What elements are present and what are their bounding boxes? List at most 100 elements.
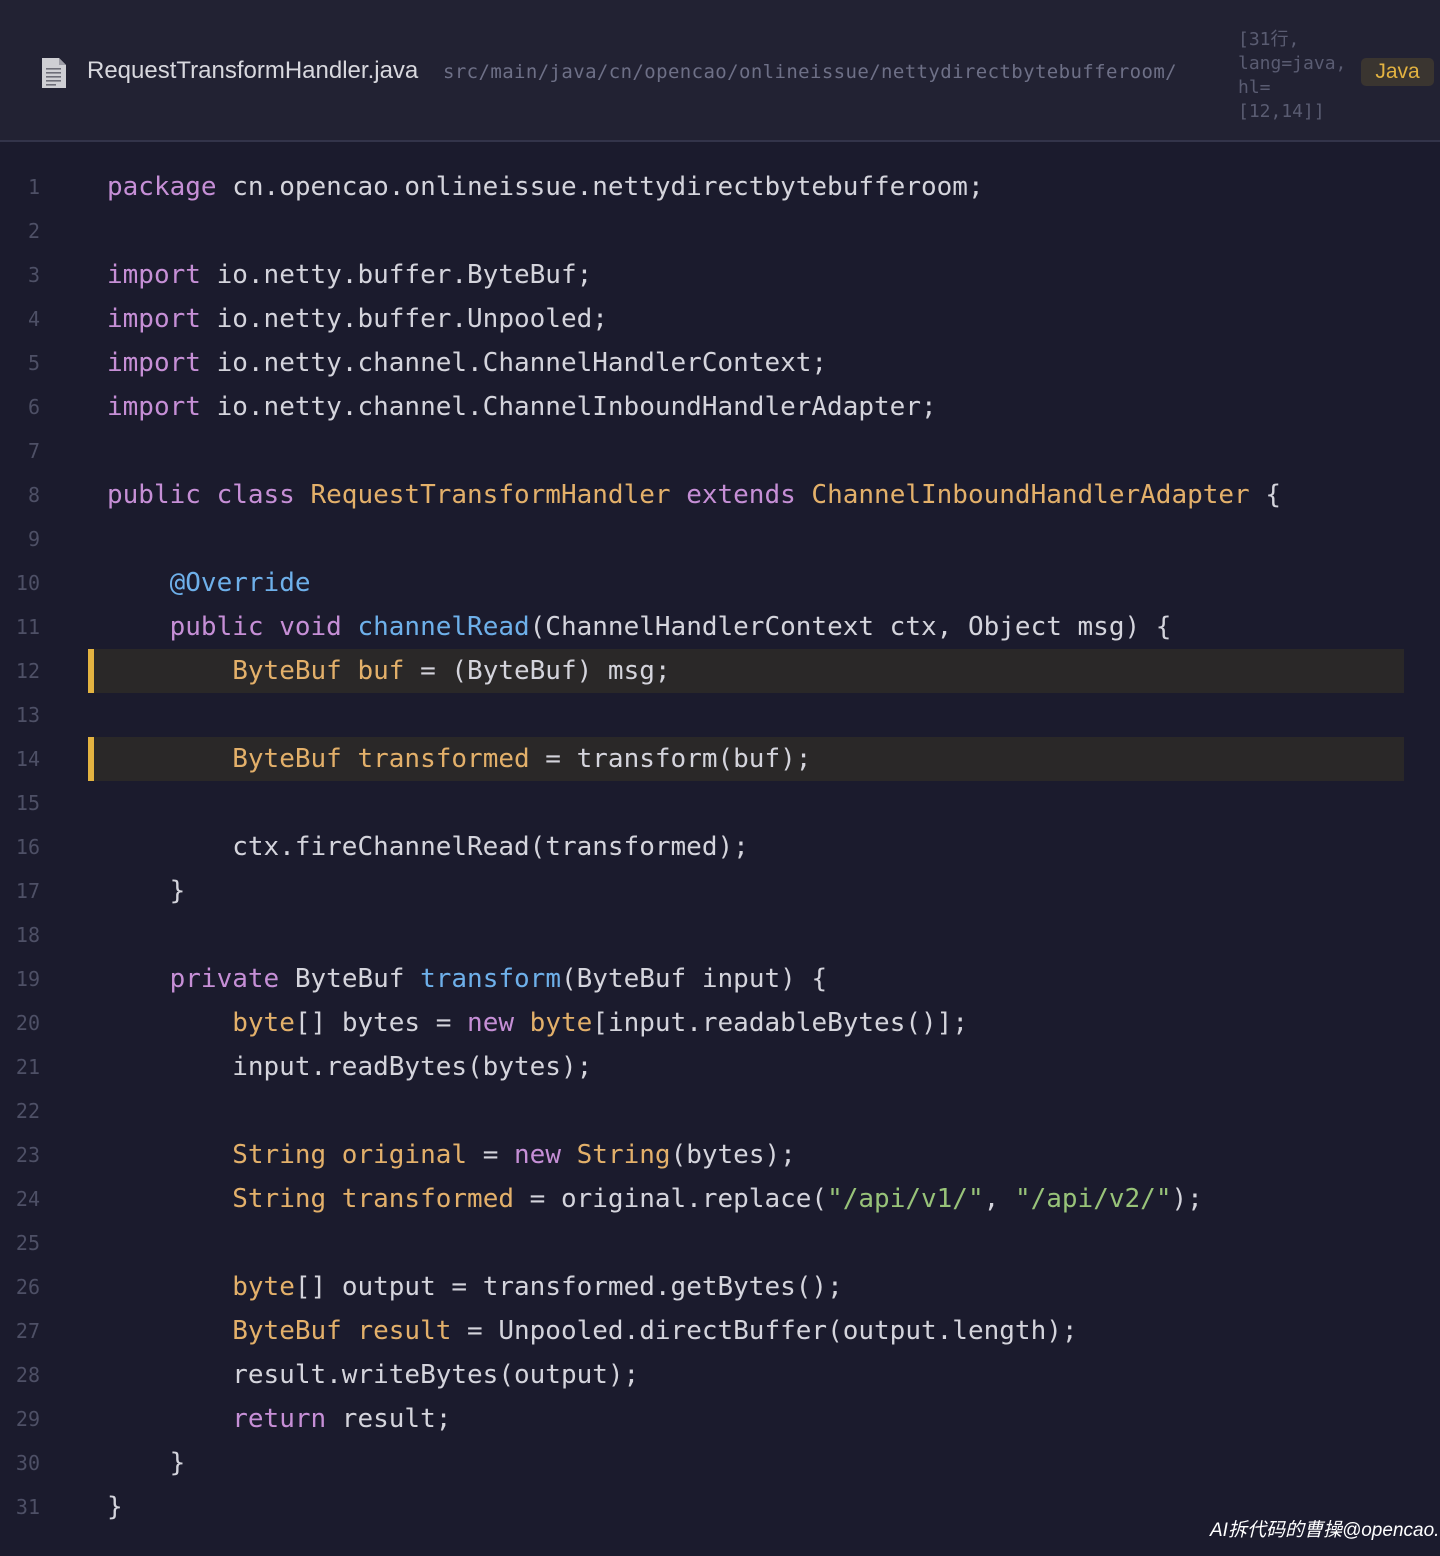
line-source: public class RequestTransformHandler ext…: [107, 473, 1281, 517]
line-number: 8: [27, 483, 40, 507]
line-number: 16: [15, 835, 40, 859]
code-token: new: [467, 1008, 515, 1038]
line-number: 22: [15, 1099, 40, 1123]
line-number: 2: [27, 219, 40, 243]
line-number: 4: [27, 307, 40, 331]
line-number: 14: [15, 747, 40, 771]
line-number: 1: [27, 175, 40, 199]
code-token: ByteBuf result: [232, 1316, 452, 1346]
line-source: return result;: [107, 1397, 451, 1441]
code-line: 27 ByteBuf result = Unpooled.directBuffe…: [0, 1309, 1440, 1353]
code-token: byte: [232, 1272, 295, 1302]
code-token: }: [107, 1492, 123, 1522]
code-token: = transform(buf);: [529, 744, 812, 774]
line-source: ctx.fireChannelRead(transformed);: [107, 825, 749, 869]
code-token: input.readBytes(bytes);: [107, 1052, 593, 1082]
code-token: import: [107, 392, 201, 422]
code-token: String transformed: [232, 1184, 514, 1214]
line-source: @Override: [107, 561, 311, 605]
code-token: import: [107, 304, 201, 334]
code-token: new: [514, 1140, 561, 1170]
code-line: 3 import io.netty.buffer.ByteBuf;: [0, 253, 1440, 297]
code-token: result;: [326, 1404, 452, 1434]
code-line: 9: [0, 517, 1440, 561]
code-token: [input.readableBytes()];: [592, 1008, 968, 1038]
code-line: 19 private ByteBuf transform(ByteBuf inp…: [0, 957, 1440, 1001]
code-line: 2: [0, 209, 1440, 253]
code-token: cn.opencao.onlineissue.nettydirectbytebu…: [216, 172, 984, 202]
line-number: 27: [15, 1319, 40, 1343]
line-number: 10: [15, 571, 40, 595]
watermark: AI拆代码的曹操@opencao.cn: [1210, 1520, 1440, 1541]
code-token: byte: [232, 1008, 295, 1038]
code-line: 30 }: [0, 1441, 1440, 1485]
code-token: ,: [983, 1184, 1015, 1214]
code-token: (bytes);: [670, 1140, 796, 1170]
code-line: 7: [0, 429, 1440, 473]
code-token: io.netty.channel.ChannelInboundHandlerAd…: [200, 392, 937, 422]
code-token: @Override: [169, 568, 311, 598]
code-line: 20 byte[] bytes = new byte[input.readabl…: [0, 1001, 1440, 1045]
code-token: transform: [420, 964, 561, 994]
code-line: 28 result.writeBytes(output);: [0, 1353, 1440, 1397]
line-number: 6: [27, 395, 40, 419]
line-number: 7: [27, 439, 40, 463]
code-token: String original: [232, 1140, 468, 1170]
code-token: [] bytes =: [294, 1008, 468, 1038]
code-line: 26 byte[] output = transformed.getBytes(…: [0, 1265, 1440, 1309]
code-token: ChannelInboundHandlerAdapter: [811, 480, 1250, 510]
code-token: return: [232, 1404, 327, 1434]
line-number: 15: [15, 791, 40, 815]
line-source: package cn.opencao.onlineissue.nettydire…: [107, 165, 984, 209]
code-line: 6 import io.netty.channel.ChannelInboundH…: [0, 385, 1440, 429]
line-number: 5: [27, 351, 40, 375]
code-token: io.netty.buffer.ByteBuf;: [200, 260, 593, 290]
code-token: result.writeBytes(output);: [107, 1360, 640, 1390]
line-number: 26: [15, 1275, 40, 1299]
line-source: byte[] bytes = new byte[input.readableBy…: [107, 1001, 968, 1045]
code-line: 8 public class RequestTransformHandler ex…: [0, 473, 1440, 517]
line-source: String transformed = original.replace("/…: [107, 1177, 1203, 1221]
code-token: package: [107, 172, 217, 202]
document-icon: [42, 58, 66, 88]
code-token: channelRead: [357, 612, 530, 642]
line-source: ByteBuf result = Unpooled.directBuffer(o…: [107, 1309, 1077, 1353]
code-token: (ByteBuf input) {: [560, 964, 828, 994]
code-token: String: [576, 1140, 671, 1170]
code-line: 4 import io.netty.buffer.Unpooled;: [0, 297, 1440, 341]
code-token: );: [1171, 1184, 1203, 1214]
code-line: 22: [0, 1089, 1440, 1133]
line-number: 30: [15, 1451, 40, 1475]
line-number: 20: [15, 1011, 40, 1035]
code-line: 21 input.readBytes(bytes);: [0, 1045, 1440, 1089]
code-line: 25: [0, 1221, 1440, 1265]
code-token: [] output = transformed.getBytes();: [294, 1272, 843, 1302]
line-number: 19: [15, 967, 40, 991]
line-number: 12: [15, 659, 40, 683]
code-token: "/api/v2/": [1014, 1184, 1172, 1214]
code-token: "/api/v1/": [827, 1184, 984, 1214]
line-number: 31: [15, 1495, 40, 1519]
line-source: ByteBuf transformed = transform(buf);: [107, 737, 811, 781]
line-source: }: [107, 869, 186, 913]
line-source: ByteBuf buf = (ByteBuf) msg;: [107, 649, 670, 693]
line-source: public void channelRead(ChannelHandlerCo…: [107, 605, 1172, 649]
code-line: 1 package cn.opencao.onlineissue.nettydir…: [0, 165, 1440, 209]
line-source: import io.netty.channel.ChannelHandlerCo…: [107, 341, 827, 385]
code-token: = original.replace(: [514, 1184, 828, 1214]
line-source: }: [107, 1441, 186, 1485]
line-number: 9: [27, 527, 40, 551]
code-line: 14 ByteBuf transformed = transform(buf);: [0, 737, 1440, 781]
language-badge: Java: [1361, 58, 1434, 86]
